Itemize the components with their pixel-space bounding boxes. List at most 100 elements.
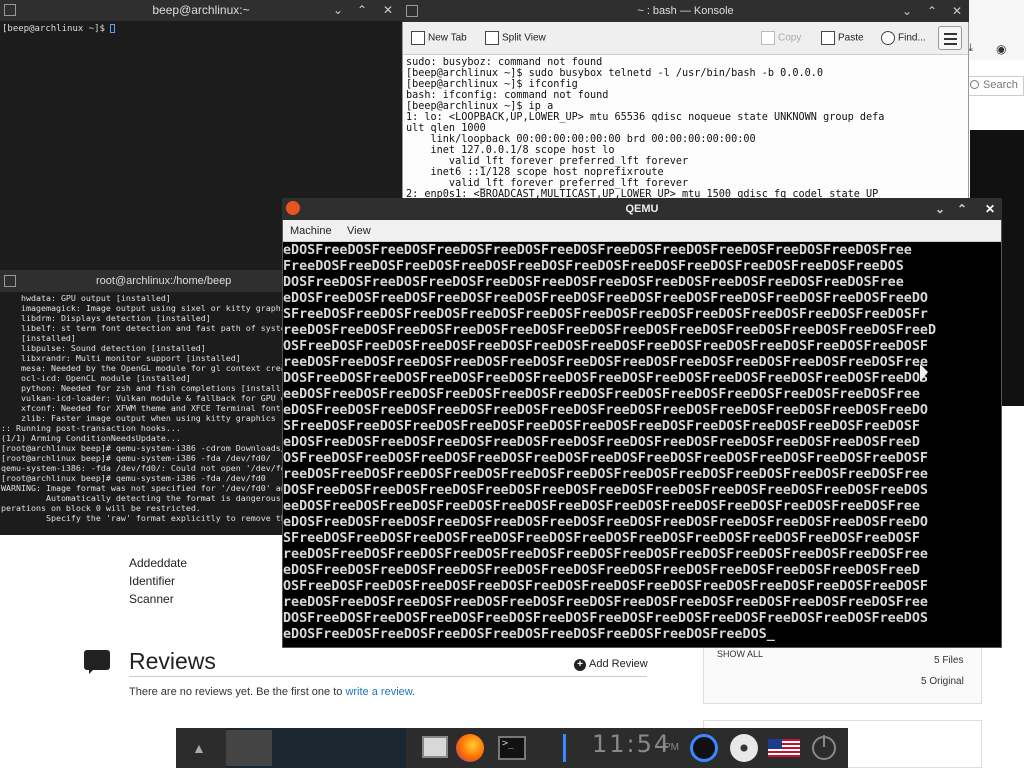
terminal-root-line: [installed] [1,333,76,343]
new-tab-button[interactable]: New Tab [411,31,467,45]
konsole-line: ult qlen 1000 [406,123,486,134]
minimize-icon[interactable]: ⌄ [330,2,346,18]
terminal-output-root[interactable]: hwdata: GPU output [installed] imagemagi… [0,292,284,535]
konsole-line: valid_lft forever preferred_lft forever [406,178,689,189]
terminal-root-line: python: Needed for zsh and fish completi… [1,383,281,393]
terminal-root-line: mesa: Needed by the OpenGL module for gl… [1,363,284,373]
app-circle-icon[interactable] [690,734,718,762]
search-input[interactable]: Search [966,76,1024,96]
search-icon [970,80,979,89]
konsole-line: 2: enp0s1: <BROADCAST,MULTICAST,UP,LOWER… [406,189,879,198]
search-placeholder: Search [983,79,1018,91]
konsole-line: bash: ifconfig: command not found [406,90,609,101]
new-tab-label: New Tab [428,32,467,44]
terminal-root-line: perations on block 0 will be restricted. [1,503,201,513]
konsole-line: 1: lo: <LOOPBACK,UP,LOWER_UP> mtu 65536 … [406,112,885,123]
mouse-pointer-icon [920,364,928,382]
qemu-screen-line: eDOSFreeDOSFreeDOSFreeDOSFreeDOSFreeDOSF… [283,627,775,642]
konsole-titlebar[interactable]: ~ : bash — Konsole ⌄ ⌃ ✕ [402,0,969,22]
clock[interactable]: 11:54 [592,730,671,758]
qemu-menubar: Machine View [283,220,1001,242]
window-title: root@archlinux:/home/beep [96,275,232,287]
us-flag-icon[interactable] [768,739,800,757]
konsole-line: inet 127.0.0.1/8 scope host lo [406,145,615,156]
close-icon[interactable]: ✕ [380,2,396,18]
qemu-screen-line: DOSFreeDOSFreeDOSFreeDOSFreeDOSFreeDOSFr… [283,275,904,290]
terminal-root-line: xfconf: Needed for XFWM theme and XFCE T… [1,403,281,413]
qemu-screen-line: SFreeDOSFreeDOSFreeDOSFreeDOSFreeDOSFree… [283,419,920,434]
maximize-icon[interactable]: ⌃ [954,201,970,217]
konsole-line: [beep@archlinux ~]$ sudo busybox telnetd… [406,68,824,79]
qemu-screen-line: eDOSFreeDOSFreeDOSFreeDOSFreeDOSFreeDOSF… [283,243,912,258]
meta-label-identifier: Identifier [129,574,176,588]
computer-icon[interactable] [422,736,448,758]
qemu-screen-line: DOSFreeDOSFreeDOSFreeDOSFreeDOSFreeDOSFr… [283,371,928,386]
terminal-root-line: [root@archlinux beep]# qemu-system-i386 … [1,443,284,453]
paste-button[interactable]: Paste [821,31,864,45]
add-review-button[interactable]: + Add Review [574,658,648,671]
taskbar-separator [563,734,566,762]
terminal-root-line: libpulse: Sound detection [installed] [1,343,206,353]
qemu-screen-line: SFreeDOSFreeDOSFreeDOSFreeDOSFreeDOSFree… [283,307,928,322]
paste-label: Paste [838,32,864,44]
terminal-titlebar[interactable]: beep@archlinux:~ ⌄ ⌃ ✕ [0,0,402,21]
konsole-output[interactable]: sudo: busyboz: command not found [beep@ar… [403,55,968,198]
copy-label: Copy [778,32,802,44]
meta-label-scanner: Scanner [129,592,174,606]
qemu-screen-line: eDOSFreeDOSFreeDOSFreeDOSFreeDOSFreeDOSF… [283,403,928,418]
menu-machine[interactable]: Machine [290,225,332,237]
menu-view[interactable]: View [347,225,371,237]
original-count: 5 Original [921,676,964,687]
reviews-title: Reviews [129,648,216,674]
firefox-icon[interactable] [456,734,484,762]
write-review-link[interactable]: write a review [345,686,412,698]
terminal-root-line: ocl-icd: OpenCL module [installed] [1,373,191,383]
disc-icon[interactable] [730,734,758,762]
qemu-screen-line: eeDOSFreeDOSFreeDOSFreeDOSFreeDOSFreeDOS… [283,387,920,402]
terminal-root-line: hwdata: GPU output [installed] [1,293,171,303]
power-icon[interactable] [812,735,836,760]
maximize-icon[interactable]: ⌃ [354,2,370,18]
terminal-root-line: zlib: Faster image output when using kit… [1,413,276,423]
minimize-icon[interactable]: ⌄ [932,201,948,217]
qemu-guest-screen[interactable]: eDOSFreeDOSFreeDOSFreeDOSFreeDOSFreeDOSF… [283,243,1001,647]
terminal-titlebar-root[interactable]: root@archlinux:/home/beep [0,270,284,292]
copy-icon [761,31,775,45]
taskbar-window-preview-thumb[interactable] [226,730,272,766]
no-reviews-prefix: There are no reviews yet. Be the first o… [129,686,346,698]
no-reviews-suffix: . [412,686,416,698]
qemu-screen-line: reeDOSFreeDOSFreeDOSFreeDOSFreeDOSFreeDO… [283,467,928,482]
terminal-prompt: [beep@archlinux ~]$ [2,24,111,34]
qemu-screen-line: eDOSFreeDOSFreeDOSFreeDOSFreeDOSFreeDOSF… [283,563,920,578]
terminal-root-line: Automatically detecting the format is da… [1,493,281,503]
terminal-root-line: Specify the 'raw' format explicitly to r… [1,513,284,523]
reviews-chat-icon [84,650,110,674]
minimize-icon[interactable]: ⌄ [899,3,915,19]
terminal-root-line: vulkan-icd-loader: Vulkan module & fallb… [1,393,284,403]
qemu-screen-line: reeDOSFreeDOSFreeDOSFreeDOSFreeDOSFreeDO… [283,547,928,562]
konsole-line: [beep@archlinux ~]$ ip a [406,101,554,112]
find-button[interactable]: Find... [881,31,926,45]
hamburger-menu-icon[interactable] [938,26,962,50]
terminal-icon[interactable]: >_ [498,736,526,760]
show-all-link[interactable]: SHOW ALL [717,649,763,659]
window-title: ~ : bash — Konsole [637,5,734,17]
taskbar-up-arrow-icon[interactable]: ▲ [192,740,206,756]
split-view-button[interactable]: Split View [485,31,546,45]
qemu-titlebar[interactable]: QEMU ⌄ ⌃ ✕ [282,198,1002,220]
copy-button[interactable]: Copy [761,31,801,45]
window-menu-icon[interactable] [4,275,16,287]
terminal-root-line: (1/1) Arming ConditionNeedsUpdate... [1,433,181,443]
find-icon [881,31,895,45]
split-view-label: Split View [502,32,546,44]
paste-icon [821,31,835,45]
konsole-toolbar: New Tab Split View Copy Paste Find... [403,22,968,55]
maximize-icon[interactable]: ⌃ [924,3,940,19]
konsole-line: inet6 ::1/128 scope host noprefixroute [406,167,664,178]
qemu-screen-line: DOSFreeDOSFreeDOSFreeDOSFreeDOSFreeDOSFr… [283,611,928,626]
close-icon[interactable]: ✕ [949,3,965,19]
close-icon[interactable]: ✕ [982,201,998,217]
files-count: 5 Files [934,655,964,666]
user-icon[interactable]: ◉ [996,42,1006,56]
no-reviews-text: There are no reviews yet. Be the first o… [129,686,415,698]
